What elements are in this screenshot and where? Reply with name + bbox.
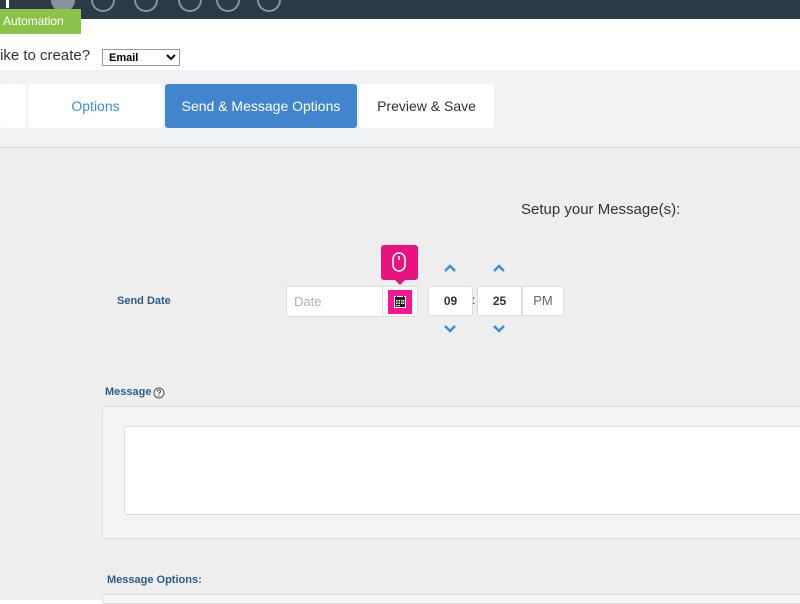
message-label: Message bbox=[105, 386, 152, 398]
step-2-icon[interactable] bbox=[91, 0, 115, 12]
tab-preview-save[interactable]: Preview & Save bbox=[359, 84, 494, 128]
tab-options[interactable]: Options bbox=[28, 84, 163, 128]
minute-input[interactable]: 25 bbox=[477, 286, 522, 316]
tab-send-message-options[interactable]: Send & Message Options bbox=[165, 84, 357, 128]
tab-previous[interactable] bbox=[0, 84, 26, 128]
calendar-icon bbox=[388, 290, 412, 314]
wizard-tabs: Options Send & Message Options Preview &… bbox=[0, 70, 800, 148]
message-textarea[interactable] bbox=[124, 426, 800, 515]
step-5-icon[interactable] bbox=[216, 0, 240, 12]
create-prompt: ike to create? bbox=[0, 47, 91, 64]
calendar-button[interactable] bbox=[382, 286, 418, 317]
ampm-toggle[interactable]: PM bbox=[522, 286, 564, 316]
minute-down-chevron-down-icon[interactable] bbox=[492, 324, 506, 333]
hour-up-chevron-up-icon[interactable] bbox=[443, 264, 457, 273]
setup-title: Setup your Message(s): bbox=[521, 201, 681, 218]
send-date-input[interactable] bbox=[286, 286, 383, 317]
send-date-label: Send Date bbox=[117, 295, 171, 307]
automation-badge[interactable]: Automation bbox=[0, 9, 81, 34]
mouse-icon bbox=[381, 245, 418, 285]
step-3-icon[interactable] bbox=[134, 0, 158, 12]
menu-icon[interactable] bbox=[6, 0, 9, 8]
step-4-icon[interactable] bbox=[178, 0, 202, 12]
help-icon[interactable] bbox=[153, 387, 165, 399]
top-nav-bar bbox=[0, 0, 800, 19]
minute-up-chevron-up-icon[interactable] bbox=[492, 264, 506, 273]
step-6-icon[interactable] bbox=[257, 0, 281, 12]
time-separator: : bbox=[472, 293, 476, 307]
message-options-panel bbox=[102, 594, 800, 604]
hour-down-chevron-down-icon[interactable] bbox=[443, 324, 457, 333]
hour-input[interactable]: 09 bbox=[428, 286, 473, 316]
message-type-select[interactable]: Email bbox=[102, 49, 180, 66]
message-options-label: Message Options: bbox=[107, 574, 202, 586]
